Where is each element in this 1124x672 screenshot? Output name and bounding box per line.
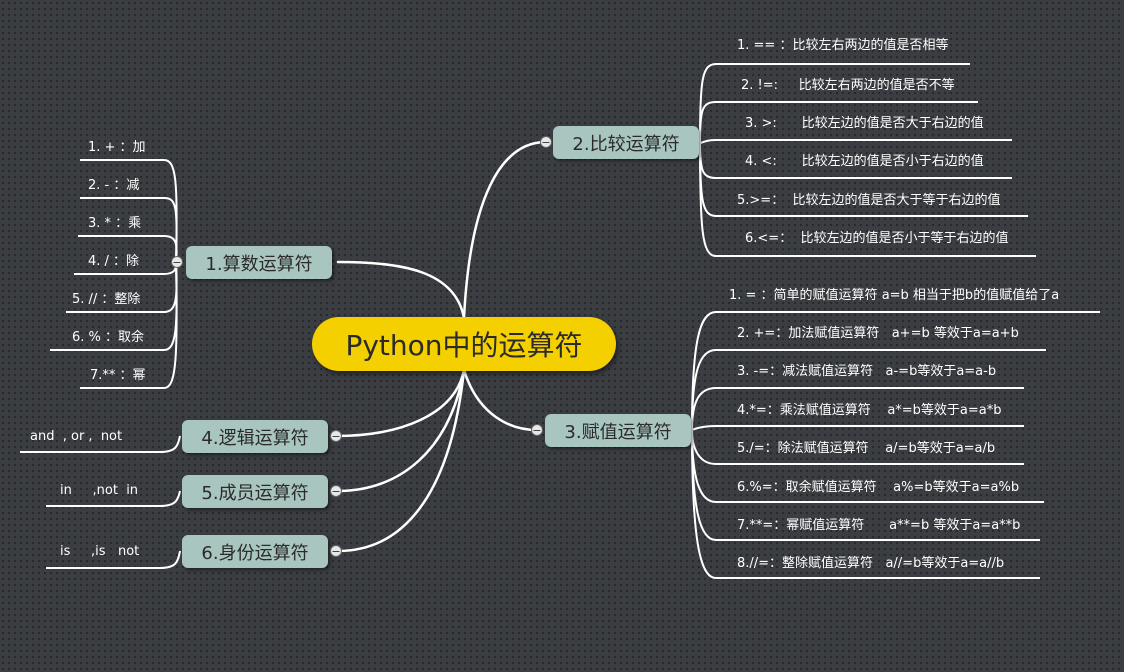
leaf-arith-modulo[interactable]: 6. % ：取余 [72,329,144,347]
leaf-arith-power[interactable]: 7.** ：幂 [90,367,146,385]
branch-comparison-label: 2.比较运算符 [572,133,680,155]
central-topic[interactable]: Python中的运算符 [312,317,616,371]
collapse-assignment-icon[interactable]: − [531,424,543,436]
connector-compare [462,140,548,320]
leaf-arith-add[interactable]: 1. + ：加 [88,139,146,157]
leaf-assign-simple[interactable]: 1. = ：简单的赋值运算符 a=b 相当于把b的值赋值给了a [729,287,1059,305]
leaf-arith-subtract[interactable]: 2. - ：减 [88,177,139,195]
connector-arith [336,260,466,320]
branch-comparison[interactable]: 2.比较运算符 [553,126,699,159]
branch-identity-label: 6.身份运算符 [201,542,309,564]
leaf-arith-divide[interactable]: 4. / ：除 [88,253,139,271]
leaf-assign-multiply[interactable]: 4.*=：乘法赋值运算符 a*=b等效于a=a*b [737,402,1002,420]
branch-arithmetic[interactable]: 1.算数运算符 [186,246,332,279]
branch-assignment-label: 3.赋值运算符 [564,421,672,443]
leaf-arith-floordiv[interactable]: 5. // ：整除 [72,291,140,309]
central-topic-label: Python中的运算符 [345,329,583,362]
collapse-logical-icon[interactable]: − [330,430,342,442]
leaf-member-operators[interactable]: in ,not in [60,482,138,500]
branch-identity[interactable]: 6.身份运算符 [182,535,328,568]
collapse-identity-icon[interactable]: − [330,545,342,557]
leaf-assign-divide[interactable]: 5./=：除法赋值运算符 a/=b等效于a=a/b [737,440,995,458]
branch-membership[interactable]: 5.成员运算符 [182,475,328,508]
leaf-compare-gt[interactable]: 3. >: 比较左边的值是否大于右边的值 [745,115,984,133]
leaf-assign-add[interactable]: 2. +=：加法赋值运算符 a+=b 等效于a=a+b [737,325,1019,343]
branch-arithmetic-label: 1.算数运算符 [205,253,313,275]
leaf-assign-subtract[interactable]: 3. -=：减法赋值运算符 a-=b等效于a=a-b [737,363,996,381]
collapse-comparison-icon[interactable]: − [540,136,552,148]
branch-logical[interactable]: 4.逻辑运算符 [182,420,328,453]
leaf-assign-modulo[interactable]: 6.%=：取余赋值运算符 a%=b等效于a=a%b [737,479,1019,497]
leaf-arith-multiply[interactable]: 3. * ：乘 [88,215,141,233]
leaf-compare-le[interactable]: 6.<=： 比较左边的值是否小于等于右边的值 [745,230,1008,248]
leaf-compare-ne[interactable]: 2. !=: 比较左右两边的值是否不等 [741,77,955,95]
branch-membership-label: 5.成员运算符 [201,482,309,504]
connector-identity [336,368,466,553]
connector-member [336,368,466,493]
leaf-compare-eq[interactable]: 1. == ：比较左右两边的值是否相等 [737,37,948,55]
leaf-assign-power[interactable]: 7.**=：幂赋值运算符 a**=b 等效于a=a**b [737,517,1020,535]
collapse-membership-icon[interactable]: − [330,485,342,497]
leaf-compare-ge[interactable]: 5.>=： 比较左边的值是否大于等于右边的值 [737,192,1000,210]
leaf-assign-floordiv[interactable]: 8.//=：整除赋值运算符 a//=b等效于a=a//b [737,555,1004,573]
leaf-compare-lt[interactable]: 4. <: 比较左边的值是否小于右边的值 [745,153,984,171]
leaf-logic-operators[interactable]: and , or , not [30,428,122,446]
branch-logical-label: 4.逻辑运算符 [201,427,309,449]
branch-assignment[interactable]: 3.赋值运算符 [545,414,691,447]
connector-assign [462,368,539,432]
leaf-identity-operators[interactable]: is ,is not [60,543,139,561]
collapse-arithmetic-icon[interactable]: − [171,256,183,268]
